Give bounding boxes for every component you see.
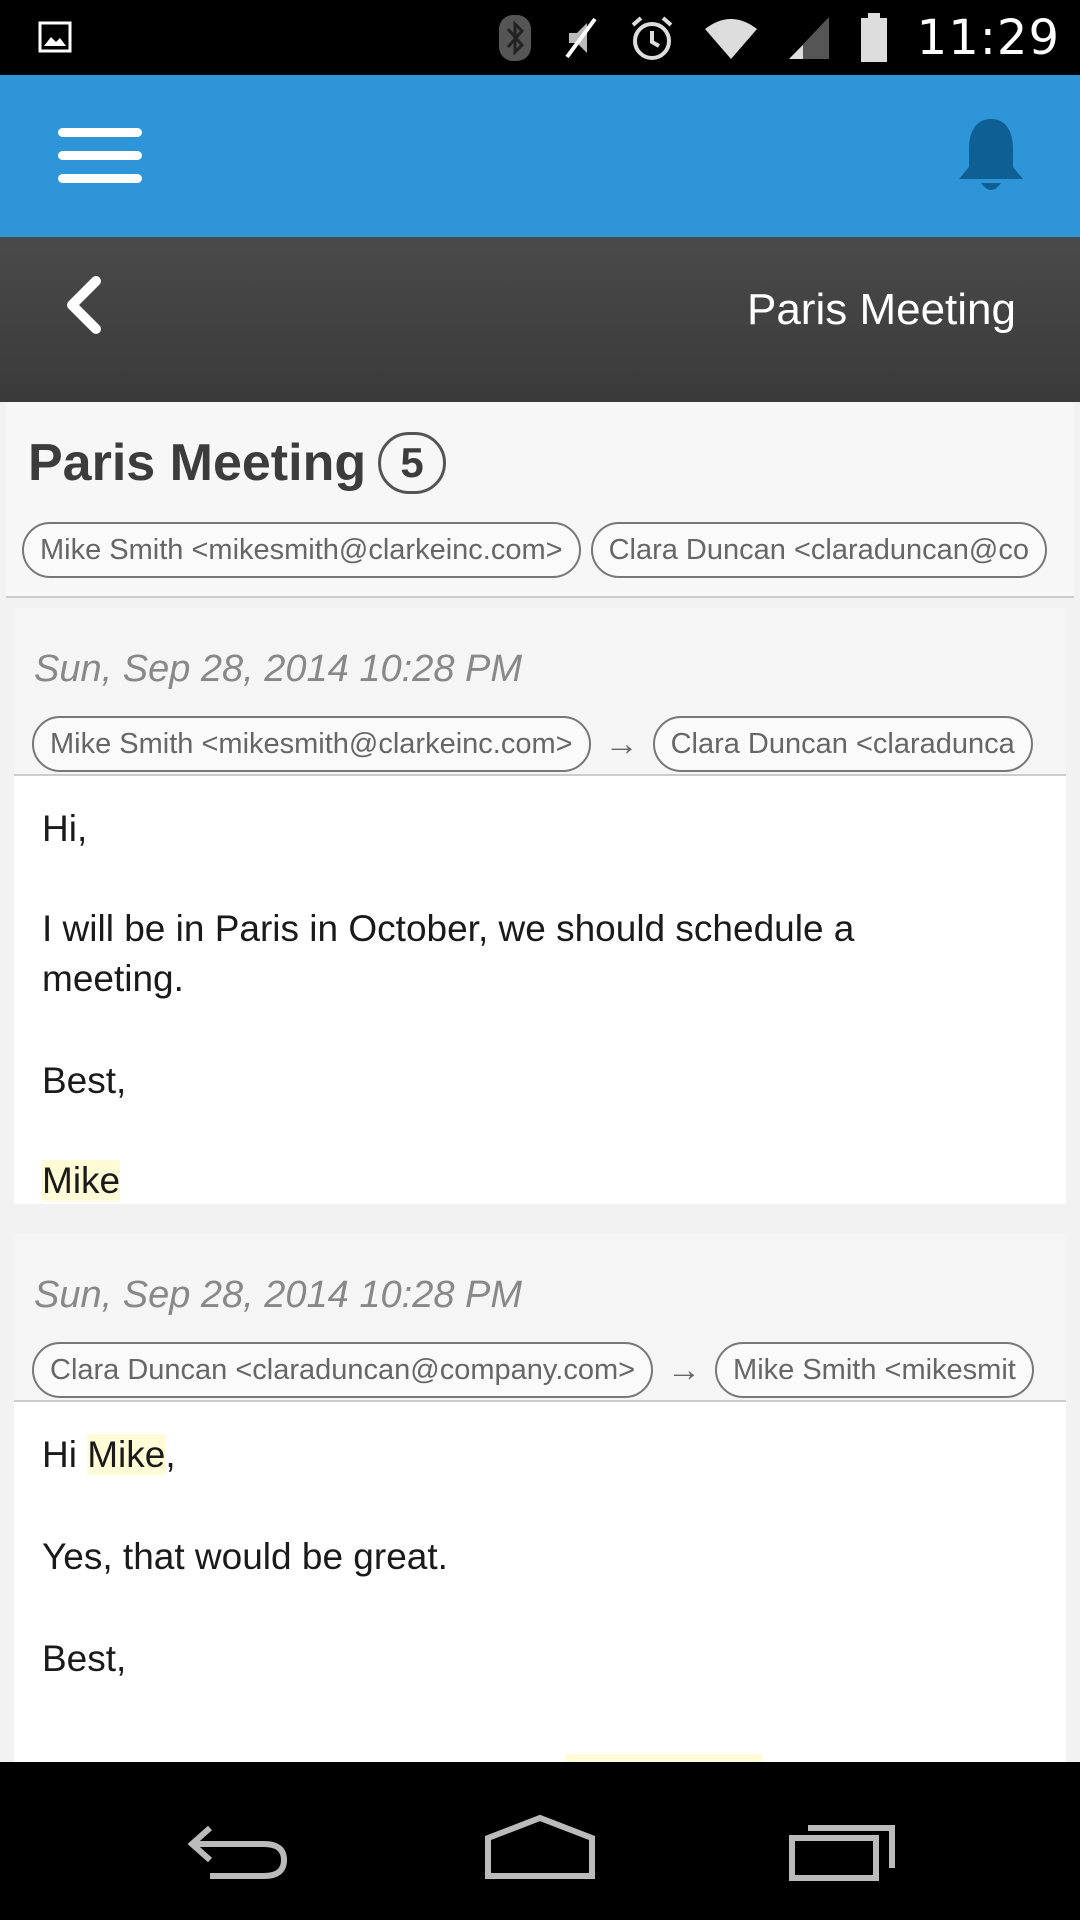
message-text: Yes, that would be great. [42,1536,448,1577]
alarm-icon [631,15,672,60]
wifi-icon [704,18,757,59]
message-header[interactable]: Sun, Sep 28, 2014 10:28 PM Mike Smith <m… [14,608,1066,776]
message-text: I will be in Paris in October, we should… [42,908,855,999]
status-bar: 11:29 [0,0,1080,75]
app-bar [0,75,1080,237]
status-time: 11:29 [916,9,1060,66]
back-nav-icon[interactable] [180,1814,300,1884]
home-nav-icon[interactable] [480,1814,600,1884]
message-body: Hi, I will be in Paris in October, we sh… [14,776,1066,1204]
menu-icon[interactable] [56,125,144,187]
message-closing: Best, [42,1060,127,1101]
message-header[interactable]: Sun, Sep 28, 2014 10:28 PM Clara Duncan … [14,1234,1066,1402]
message-body: Hi Mike, Yes, that would be great. Best, [14,1402,1066,1762]
thread-content[interactable]: Paris Meeting 5 Mike Smith <mikesmith@cl… [0,402,1080,1762]
arrow-icon: → [604,724,639,763]
message-date: Sun, Sep 28, 2014 10:28 PM [34,648,523,690]
navigation-bar [0,1776,1080,1920]
message-addresses: Clara Duncan <claraduncan@company.com> →… [32,1342,1062,1398]
message-closing: Best, [42,1638,127,1679]
recents-nav-icon[interactable] [784,1814,904,1884]
highlighted-name: Mike [87,1434,166,1475]
participants-row: Mike Smith <mikesmith@clarkeinc.com> Cla… [22,522,1062,578]
message-greeting: Hi Mike, [42,1434,176,1475]
arrow-icon: → [667,1350,702,1389]
highlight-fragment [566,1754,762,1762]
bell-icon[interactable] [955,115,1027,197]
participant-chip[interactable]: Mike Smith <mikesmith@clarkeinc.com> [22,522,581,578]
sub-header-title: Paris Meeting [746,285,1016,334]
recipient-chip[interactable]: Mike Smith <mikesmit [715,1342,1034,1398]
recipient-chip[interactable]: Clara Duncan <claradunca [652,716,1033,772]
thread-title-text: Paris Meeting [28,434,367,492]
bluetooth-icon [498,14,531,61]
thread-header: Paris Meeting 5 Mike Smith <mikesmith@cl… [6,402,1074,598]
sender-chip[interactable]: Clara Duncan <claraduncan@company.com> [32,1342,654,1398]
message-greeting: Hi, [42,808,88,849]
thread-title: Paris Meeting 5 [28,432,447,494]
message-addresses: Mike Smith <mikesmith@clarkeinc.com> → C… [32,716,1062,772]
image-notification-icon [38,21,72,53]
participant-chip[interactable]: Clara Duncan <claraduncan@co [590,522,1047,578]
sender-chip[interactable]: Mike Smith <mikesmith@clarkeinc.com> [32,716,591,772]
message-date: Sun, Sep 28, 2014 10:28 PM [34,1274,523,1316]
mute-icon [565,17,597,58]
message-count-badge: 5 [378,432,447,494]
battery-icon [860,12,887,62]
signal-icon [788,16,829,59]
message-signature: Mike [42,1160,121,1201]
back-chevron-icon[interactable] [58,275,108,335]
